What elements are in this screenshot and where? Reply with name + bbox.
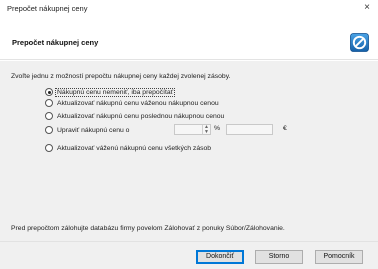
radio-option-label: Aktualizovať nákupnú cenu poslednou náku… [57,112,225,120]
amount-input[interactable] [226,124,273,135]
title-bar: Prepočet nákupnej ceny × [0,0,378,17]
radio-option-label: Nákupnú cenu nemeniť, iba prepočítať [54,87,176,97]
radio-option-all-weighted[interactable]: Aktualizovať váženú nákupnú cenu všetkýc… [45,143,212,153]
help-button[interactable]: Pomocník [315,250,363,264]
dialog-body: Zvoľte jednu z možností prepočtu nákupne… [0,61,378,241]
percent-input[interactable]: ▲ ▼ [174,124,211,135]
dialog-header: Prepočet nákupnej ceny [0,17,378,60]
window-title: Prepočet nákupnej ceny [7,4,88,13]
radio-button[interactable] [45,88,53,96]
backup-note: Pred prepočtom zálohujte databázu firmy … [11,225,285,232]
radio-option-label: Upraviť nákupnú cenu o [57,126,130,134]
radio-option-last-price[interactable]: Aktualizovať nákupnú cenu poslednou náku… [45,111,225,121]
radio-option-weighted-price[interactable]: Aktualizovať nákupnú cenu váženou nákupn… [45,98,220,108]
cancel-button[interactable]: Storno [255,250,303,264]
radio-option-adjust-price[interactable]: Upraviť nákupnú cenu o [45,125,130,135]
radio-option-label: Aktualizovať nákupnú cenu váženou nákupn… [57,99,219,107]
finish-button[interactable]: Dokončiť [196,250,244,264]
currency-symbol: € [283,125,287,132]
dialog-footer: Dokončiť Storno Pomocník [0,241,378,269]
close-icon[interactable]: × [360,1,374,15]
radio-option-label: Aktualizovať váženú nákupnú cenu všetkýc… [57,144,212,152]
app-logo-icon [350,33,369,52]
radio-button[interactable] [45,144,53,152]
percent-symbol: % [214,125,221,132]
instruction-text: Zvoľte jednu z možností prepočtu nákupne… [11,73,231,80]
radio-button[interactable] [45,112,53,120]
radio-button[interactable] [45,99,53,107]
dialog-heading: Prepočet nákupnej ceny [12,38,99,47]
spin-arrows-icon[interactable]: ▲ ▼ [202,125,210,134]
radio-option-recalculate-only[interactable]: Nákupnú cenu nemeniť, iba prepočítať [45,87,176,97]
radio-button[interactable] [45,126,53,134]
